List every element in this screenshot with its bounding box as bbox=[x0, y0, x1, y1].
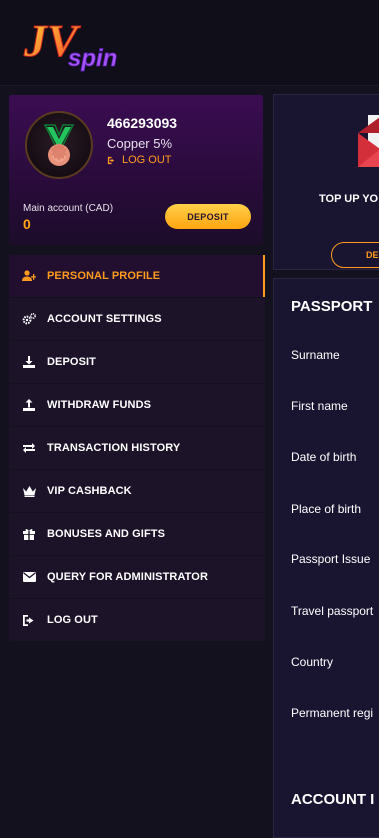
menu-label: TRANSACTION HISTORY bbox=[47, 442, 181, 454]
field-label-country: Country bbox=[291, 655, 334, 669]
section-title: PASSPORT bbox=[291, 298, 373, 315]
svg-text:spin: spin bbox=[68, 45, 117, 72]
menu-label: WITHDRAW FUNDS bbox=[47, 399, 152, 411]
gift-icon bbox=[22, 527, 36, 541]
top-up-title: TOP UP YO bbox=[319, 193, 379, 205]
menu-label: ACCOUNT SETTINGS bbox=[47, 313, 162, 325]
menu-label: BONUSES AND GIFTS bbox=[47, 528, 166, 540]
field-label-surname: Surname bbox=[291, 348, 340, 362]
menu-item-transaction-history[interactable]: TRANSACTION HISTORY bbox=[9, 427, 265, 469]
crown-icon bbox=[22, 484, 36, 498]
field-label-passport-issue: Passport Issue bbox=[291, 552, 371, 566]
menu-item-withdraw-funds[interactable]: WITHDRAW FUNDS bbox=[9, 384, 265, 426]
menu-item-personal-profile[interactable]: PERSONAL PROFILE bbox=[9, 255, 265, 297]
loyalty-level: Copper 5% bbox=[107, 136, 173, 151]
account-label: Main account (CAD) bbox=[23, 203, 114, 214]
menu-item-account-settings[interactable]: ACCOUNT SETTINGS bbox=[9, 298, 265, 340]
account-balance: 0 bbox=[23, 216, 31, 232]
passport-card: PASSPORT Surname First name Date of birt… bbox=[273, 278, 379, 838]
menu-label: VIP CASHBACK bbox=[47, 485, 132, 497]
field-label-first-name: First name bbox=[291, 399, 348, 413]
logout-label: LOG OUT bbox=[122, 154, 172, 166]
user-id: 466293093 bbox=[107, 115, 178, 131]
sign-out-icon bbox=[22, 613, 36, 627]
menu-label: QUERY FOR ADMINISTRATOR bbox=[47, 571, 208, 583]
menu-label: DEPOSIT bbox=[47, 356, 96, 368]
envelope-icon bbox=[358, 115, 379, 167]
menu-item-query-for-administrator[interactable]: QUERY FOR ADMINISTRATOR bbox=[9, 556, 265, 598]
account-menu: PERSONAL PROFILE ACCOUNT SETTINGS DEPOSI… bbox=[9, 255, 265, 642]
top-up-deposit-button[interactable]: DE bbox=[331, 242, 379, 268]
sign-out-icon bbox=[107, 156, 115, 164]
upload-icon bbox=[22, 398, 36, 412]
menu-item-bonuses-and-gifts[interactable]: BONUSES AND GIFTS bbox=[9, 513, 265, 555]
site-header: JV spin bbox=[0, 0, 379, 86]
menu-label: LOG OUT bbox=[47, 614, 98, 626]
menu-item-log-out[interactable]: LOG OUT bbox=[9, 599, 265, 641]
envelope-icon bbox=[22, 570, 36, 584]
field-label-permanent-registration: Permanent regi bbox=[291, 706, 374, 720]
field-label-place-of-birth: Place of birth bbox=[291, 502, 362, 516]
logout-link[interactable]: LOG OUT bbox=[107, 154, 172, 166]
menu-item-vip-cashback[interactable]: VIP CASHBACK bbox=[9, 470, 265, 512]
arrows-exchange-icon bbox=[22, 441, 36, 455]
deposit-button[interactable]: DEPOSIT bbox=[165, 204, 251, 229]
menu-label: PERSONAL PROFILE bbox=[47, 270, 161, 282]
download-icon bbox=[22, 355, 36, 369]
field-label-date-of-birth: Date of birth bbox=[291, 450, 357, 464]
jv-spin-logo[interactable]: JV spin bbox=[22, 6, 132, 76]
menu-item-deposit[interactable]: DEPOSIT bbox=[9, 341, 265, 383]
gears-icon bbox=[22, 312, 36, 326]
user-plus-icon bbox=[22, 269, 36, 283]
section-title: ACCOUNT I bbox=[291, 791, 375, 808]
top-up-card: TOP UP YO DE bbox=[273, 94, 379, 270]
profile-card: 466293093 Copper 5% LOG OUT Main account… bbox=[9, 95, 263, 245]
field-label-travel-passport: Travel passport bbox=[291, 604, 374, 618]
medal-icon bbox=[25, 111, 93, 179]
